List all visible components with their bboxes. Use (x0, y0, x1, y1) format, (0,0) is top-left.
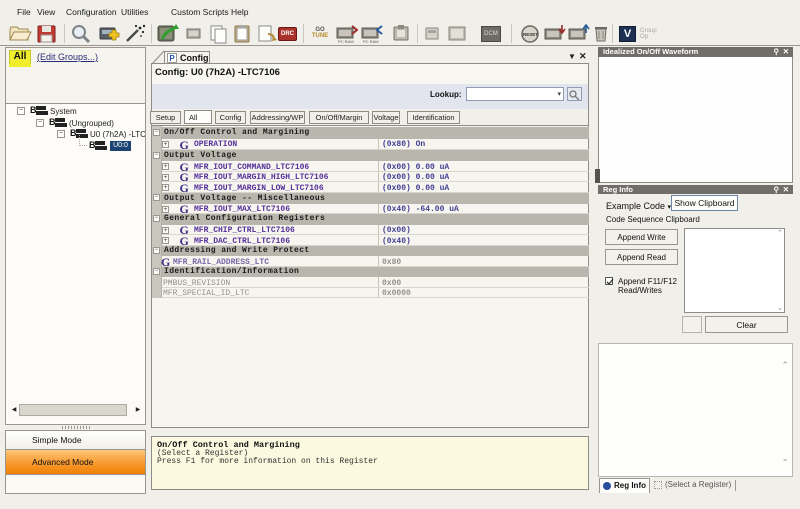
svg-text:PC RAM: PC RAM (338, 39, 354, 44)
svg-text:PC RAM: PC RAM (363, 39, 379, 44)
svg-text:RESET: RESET (523, 32, 538, 37)
